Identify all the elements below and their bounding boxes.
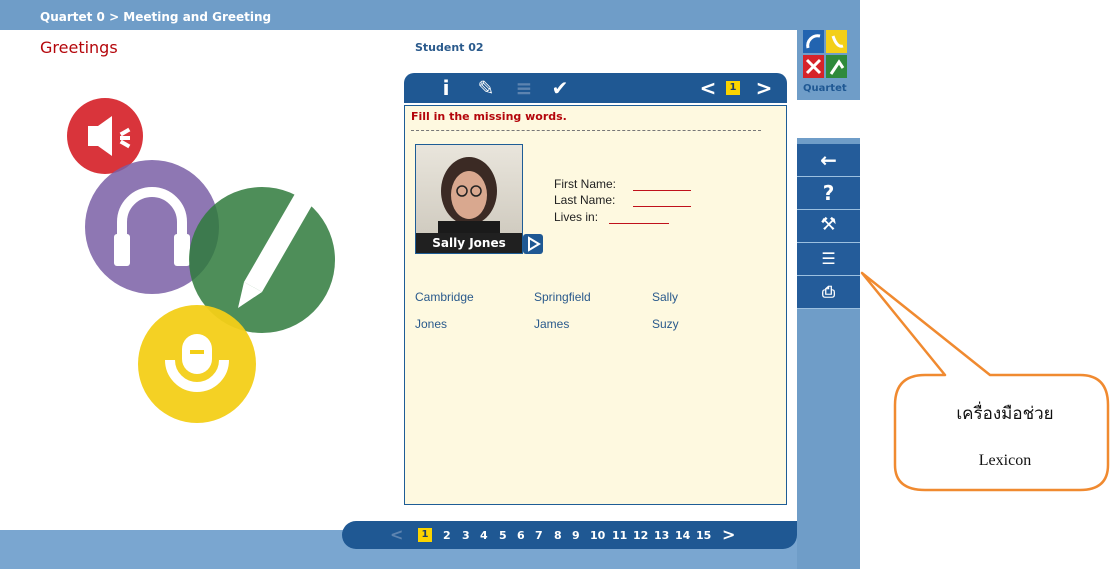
word-option[interactable]: Suzy bbox=[652, 317, 679, 331]
lives-in-blank[interactable] bbox=[609, 223, 669, 224]
section-title: Greetings bbox=[40, 38, 118, 57]
next-page-arrow-icon[interactable]: > bbox=[722, 525, 735, 544]
page-number[interactable]: 4 bbox=[480, 529, 488, 542]
page-number[interactable]: 8 bbox=[554, 529, 562, 542]
tools-button[interactable]: ⚒ bbox=[797, 210, 860, 243]
callout-subtitle: Lexicon bbox=[978, 452, 1032, 469]
photo-caption: Sally Jones bbox=[416, 233, 522, 253]
page-number[interactable]: 5 bbox=[499, 529, 507, 542]
current-page-indicator: 1 bbox=[726, 81, 740, 95]
list-icon: ≡ bbox=[515, 76, 533, 100]
exercise-panel: Fill in the missing words. Sally Jones F… bbox=[404, 105, 787, 505]
person-photo: Sally Jones bbox=[415, 144, 523, 254]
top-bar: Quartet 0 > Meeting and Greeting bbox=[0, 0, 860, 30]
last-name-label: Last Name: bbox=[554, 193, 616, 207]
quartet-logo: Quartet bbox=[803, 30, 853, 100]
rubber-icon[interactable]: ✎ bbox=[474, 76, 498, 100]
page-number[interactable]: 6 bbox=[517, 529, 525, 542]
play-button[interactable] bbox=[523, 234, 543, 254]
lives-in-label: Lives in: bbox=[554, 210, 599, 224]
check-icon[interactable]: ✔ bbox=[548, 76, 572, 100]
page-number[interactable]: 12 bbox=[633, 529, 648, 542]
help-icon: ? bbox=[822, 181, 835, 205]
page-number[interactable]: 13 bbox=[654, 529, 669, 542]
previous-page-arrow-icon[interactable]: < bbox=[390, 525, 403, 544]
skills-illustration bbox=[0, 64, 400, 529]
exercise-toolbar: i ✎ ≡ ✔ < 1 > bbox=[404, 73, 787, 103]
student-label: Student 02 bbox=[415, 41, 484, 54]
divider bbox=[411, 130, 761, 131]
word-option[interactable]: Cambridge bbox=[415, 290, 474, 304]
logo-background bbox=[797, 100, 860, 138]
word-option[interactable]: James bbox=[534, 317, 569, 331]
back-arrow-icon: ← bbox=[820, 148, 837, 172]
next-page-icon[interactable]: > bbox=[752, 76, 776, 100]
first-name-blank[interactable] bbox=[633, 190, 691, 191]
page-number[interactable]: 3 bbox=[462, 529, 470, 542]
tools-icon: ⚒ bbox=[820, 214, 837, 235]
callout-title: เครื่องมือช่วย bbox=[956, 404, 1054, 423]
logo-text: Quartet bbox=[803, 83, 847, 94]
exercise-instruction: Fill in the missing words. bbox=[411, 110, 567, 123]
word-option[interactable]: Sally bbox=[652, 290, 678, 304]
page-number[interactable]: 7 bbox=[535, 529, 543, 542]
last-name-blank[interactable] bbox=[633, 206, 691, 207]
back-button[interactable]: ← bbox=[797, 144, 860, 177]
logo-icon bbox=[803, 30, 847, 78]
first-name-label: First Name: bbox=[554, 177, 617, 191]
page-navigator: < 1 2 3 4 5 6 7 8 9 10 11 12 13 14 15 > bbox=[342, 521, 797, 549]
page-number[interactable]: 2 bbox=[443, 529, 451, 542]
breadcrumb: Quartet 0 > Meeting and Greeting bbox=[40, 10, 272, 24]
page-number-current[interactable]: 1 bbox=[418, 528, 432, 542]
play-icon bbox=[528, 236, 541, 252]
info-icon[interactable]: i bbox=[434, 76, 458, 100]
page-number[interactable]: 11 bbox=[612, 529, 627, 542]
page-number[interactable]: 10 bbox=[590, 529, 605, 542]
previous-page-icon[interactable]: < bbox=[696, 76, 720, 100]
quartet-app-window: Quartet 0 > Meeting and Greeting Greetin… bbox=[0, 0, 860, 569]
page-number[interactable]: 14 bbox=[675, 529, 690, 542]
page-number[interactable]: 15 bbox=[696, 529, 711, 542]
page-number[interactable]: 9 bbox=[572, 529, 580, 542]
word-option[interactable]: Jones bbox=[415, 317, 447, 331]
word-option[interactable]: Springfield bbox=[534, 290, 591, 304]
help-button[interactable]: ? bbox=[797, 177, 860, 210]
